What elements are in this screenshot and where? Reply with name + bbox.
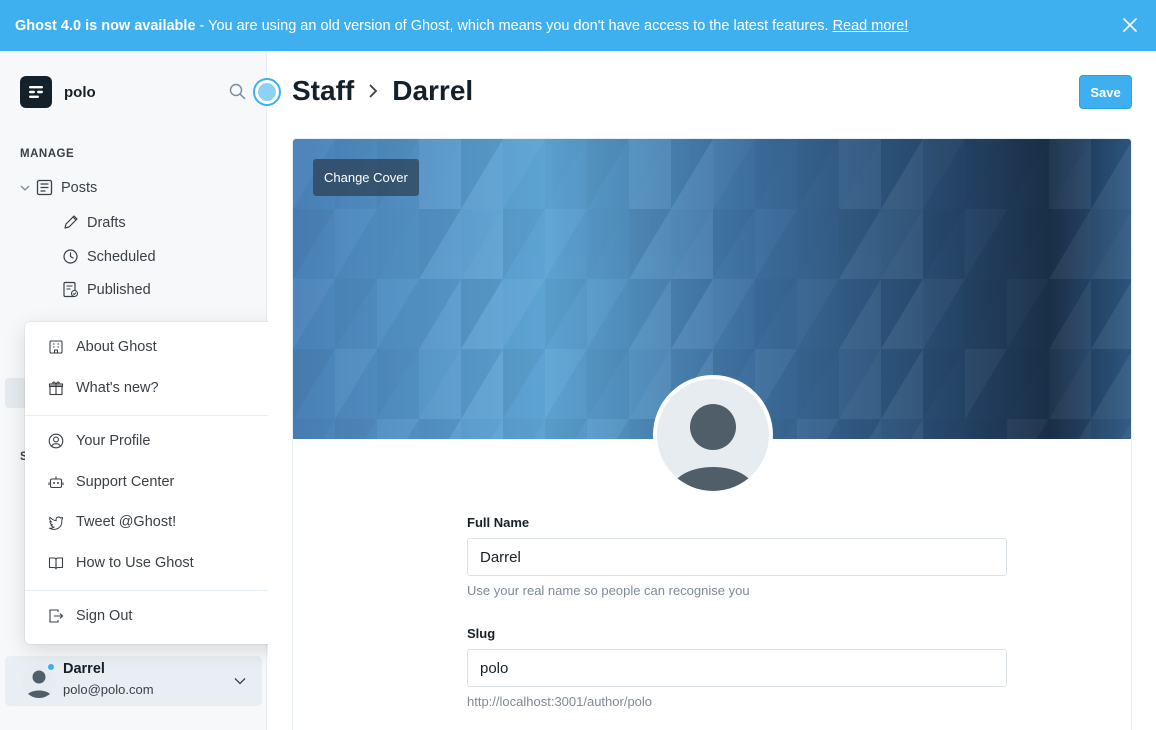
sidebar-item-published[interactable]: Published bbox=[62, 281, 151, 298]
sign-out-icon bbox=[49, 609, 64, 623]
user-menu-toggle[interactable]: Darrel polo@polo.com bbox=[5, 656, 262, 706]
full-name-label: Full Name bbox=[467, 515, 530, 530]
menu-item-sign-out[interactable]: Sign Out bbox=[25, 597, 305, 635]
user-profile-card: Change Cover Full Name Use your real nam… bbox=[292, 138, 1132, 730]
notification-dot bbox=[46, 662, 56, 672]
menu-item-label: What's new? bbox=[76, 380, 159, 396]
menu-item-your-profile[interactable]: Your Profile bbox=[25, 422, 305, 460]
menu-item-label: Your Profile bbox=[76, 433, 151, 449]
pencil-icon bbox=[64, 215, 78, 229]
clock-icon bbox=[63, 249, 78, 264]
sidebar-item-scheduled[interactable]: Scheduled bbox=[62, 248, 156, 265]
full-name-input[interactable] bbox=[467, 538, 1007, 576]
chevron-down-icon bbox=[234, 678, 246, 685]
chevron-down-icon[interactable] bbox=[20, 183, 30, 193]
sidebar-item-posts[interactable]: Posts bbox=[20, 179, 97, 196]
menu-item-label: How to Use Ghost bbox=[76, 555, 194, 571]
robot-icon bbox=[48, 476, 64, 489]
breadcrumb: Staff Darrel bbox=[292, 75, 473, 107]
posts-icon bbox=[36, 179, 53, 196]
search-icon[interactable] bbox=[229, 83, 246, 100]
menu-item-label: About Ghost bbox=[76, 339, 157, 355]
twitter-icon bbox=[49, 516, 64, 530]
menu-item-about[interactable]: About Ghost bbox=[25, 328, 305, 366]
menu-item-whats-new[interactable]: What's new? bbox=[25, 369, 305, 407]
loading-indicator bbox=[253, 78, 281, 106]
menu-item-support-center[interactable]: Support Center bbox=[25, 463, 305, 501]
site-brand[interactable]: polo bbox=[20, 76, 96, 108]
sidebar-item-label: Drafts bbox=[87, 214, 126, 231]
menu-item-tweet[interactable]: Tweet @Ghost! bbox=[25, 503, 305, 541]
avatar bbox=[657, 379, 769, 491]
menu-item-label: Tweet @Ghost! bbox=[76, 514, 177, 530]
close-icon[interactable] bbox=[1122, 17, 1138, 33]
building-icon bbox=[49, 340, 63, 354]
user-dropdown-menu: About Ghost What's new? Your Profile Sup… bbox=[25, 322, 305, 644]
full-name-help: Use your real name so people can recogni… bbox=[467, 583, 750, 598]
menu-item-label: Sign Out bbox=[76, 608, 133, 624]
menu-item-label: Support Center bbox=[76, 474, 175, 490]
gift-icon bbox=[48, 381, 64, 396]
page-title: Darrel bbox=[392, 75, 474, 106]
ghost-logo-icon bbox=[20, 76, 52, 108]
menu-item-how-to-use[interactable]: How to Use Ghost bbox=[25, 544, 305, 582]
banner-title: Ghost 4.0 is now available bbox=[15, 17, 196, 34]
user-email: polo@polo.com bbox=[63, 682, 154, 697]
menu-divider bbox=[25, 415, 305, 416]
menu-divider bbox=[25, 590, 305, 591]
section-manage-label: MANAGE bbox=[20, 148, 75, 160]
profile-photo[interactable] bbox=[653, 375, 773, 495]
upgrade-banner: Ghost 4.0 is now available - You are usi… bbox=[0, 0, 1156, 51]
sidebar-item-label: Posts bbox=[61, 179, 98, 196]
banner-message: - You are using an old version of Ghost,… bbox=[199, 17, 829, 34]
sidebar-item-label: Published bbox=[87, 281, 151, 298]
published-icon bbox=[63, 281, 79, 298]
slug-input[interactable] bbox=[467, 649, 1007, 687]
user-circle-icon bbox=[48, 433, 64, 449]
site-name: polo bbox=[64, 83, 96, 101]
sidebar-item-drafts[interactable]: Drafts bbox=[62, 214, 126, 231]
save-button[interactable]: Save bbox=[1079, 75, 1132, 109]
chevron-right-icon bbox=[369, 84, 378, 98]
sidebar-item-label: Scheduled bbox=[87, 248, 156, 265]
breadcrumb-staff[interactable]: Staff bbox=[292, 75, 354, 107]
slug-help: http://localhost:3001/author/polo bbox=[467, 694, 653, 709]
main-content: Staff Darrel Save Change Cover Full Name… bbox=[253, 51, 1156, 730]
banner-read-more-link[interactable]: Read more! bbox=[833, 18, 909, 34]
book-icon bbox=[48, 557, 64, 570]
user-name: Darrel bbox=[63, 661, 105, 677]
slug-label: Slug bbox=[467, 626, 496, 641]
change-cover-button[interactable]: Change Cover bbox=[313, 159, 419, 196]
